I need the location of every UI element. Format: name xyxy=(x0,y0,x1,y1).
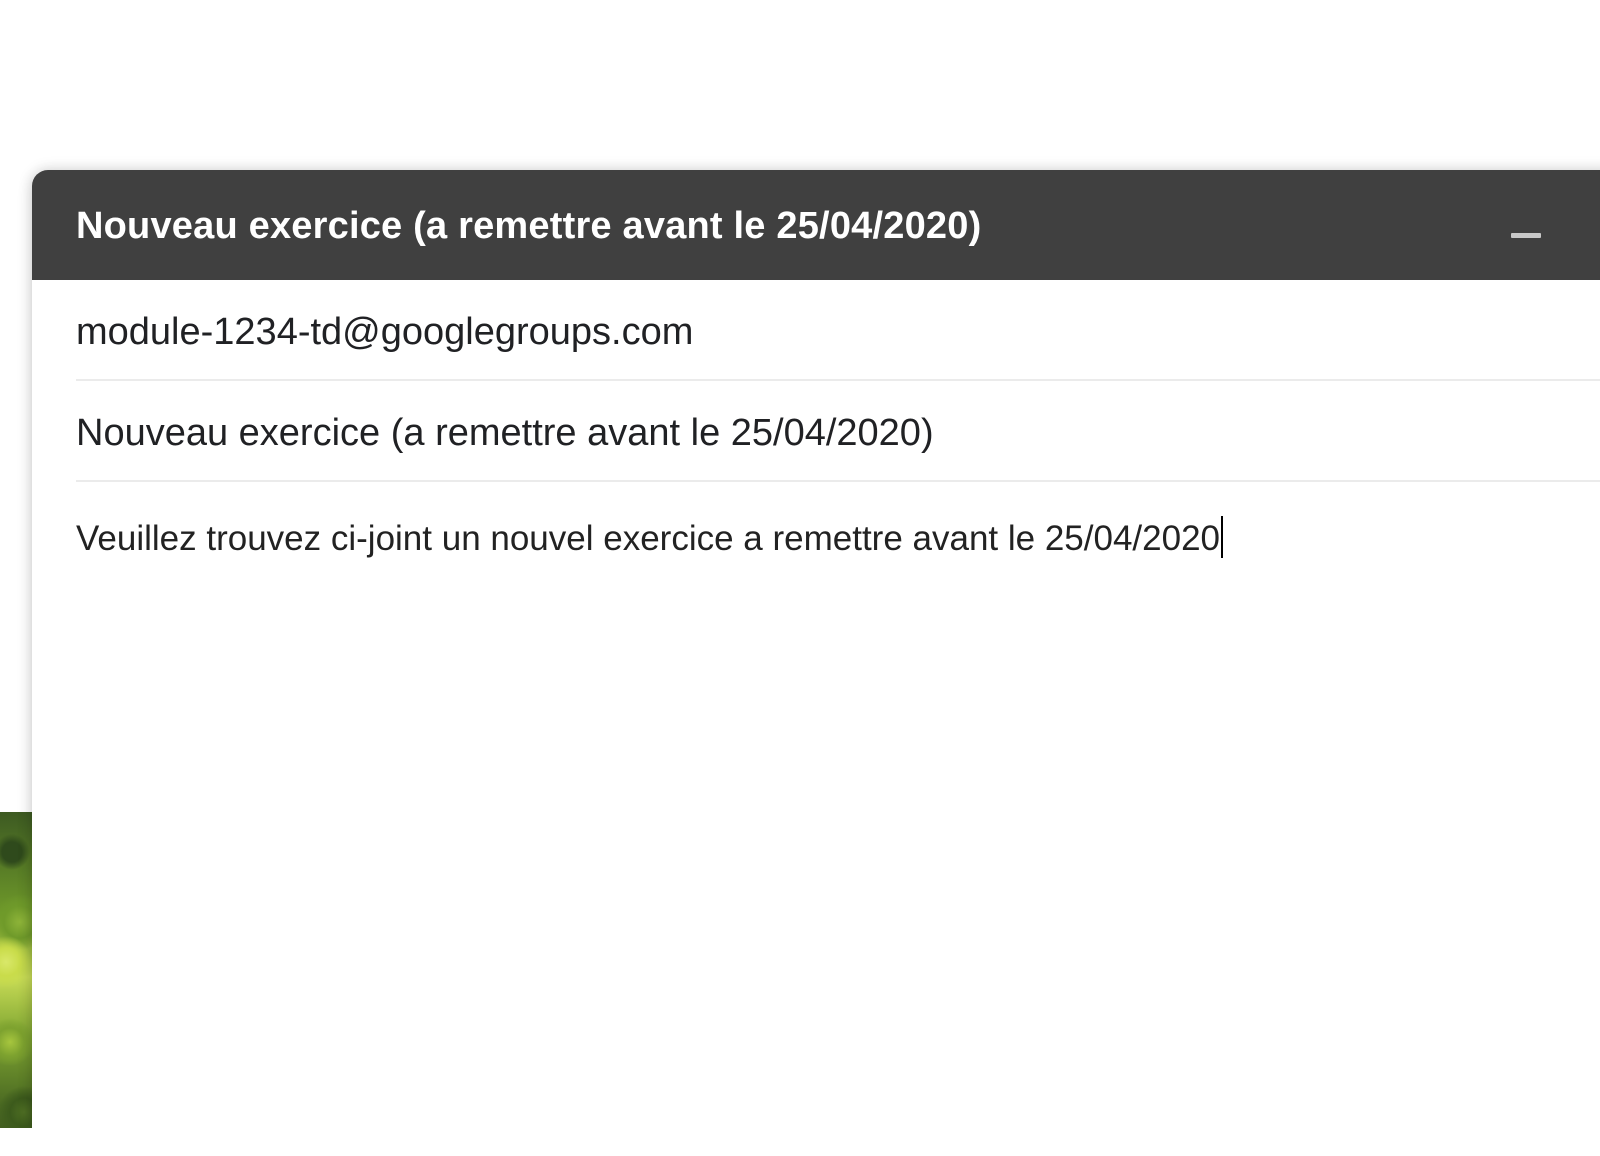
compose-header[interactable]: Nouveau exercice (a remettre avant le 25… xyxy=(32,170,1600,280)
subject-field[interactable]: Nouveau exercice (a remettre avant le 25… xyxy=(76,381,1600,482)
message-body[interactable]: Veuillez trouvez ci-joint un nouvel exer… xyxy=(76,514,1576,564)
minimize-button[interactable] xyxy=(1504,212,1552,252)
message-body-text: Veuillez trouvez ci-joint un nouvel exer… xyxy=(76,519,1220,558)
text-caret xyxy=(1221,516,1223,558)
page-bottom xyxy=(0,1128,1600,1156)
compose-title: Nouveau exercice (a remettre avant le 25… xyxy=(76,205,982,247)
compose-window: Nouveau exercice (a remettre avant le 25… xyxy=(32,170,1600,1128)
minimize-icon xyxy=(1511,233,1541,238)
recipients-field[interactable]: module-1234-td@googlegroups.com xyxy=(76,280,1600,381)
